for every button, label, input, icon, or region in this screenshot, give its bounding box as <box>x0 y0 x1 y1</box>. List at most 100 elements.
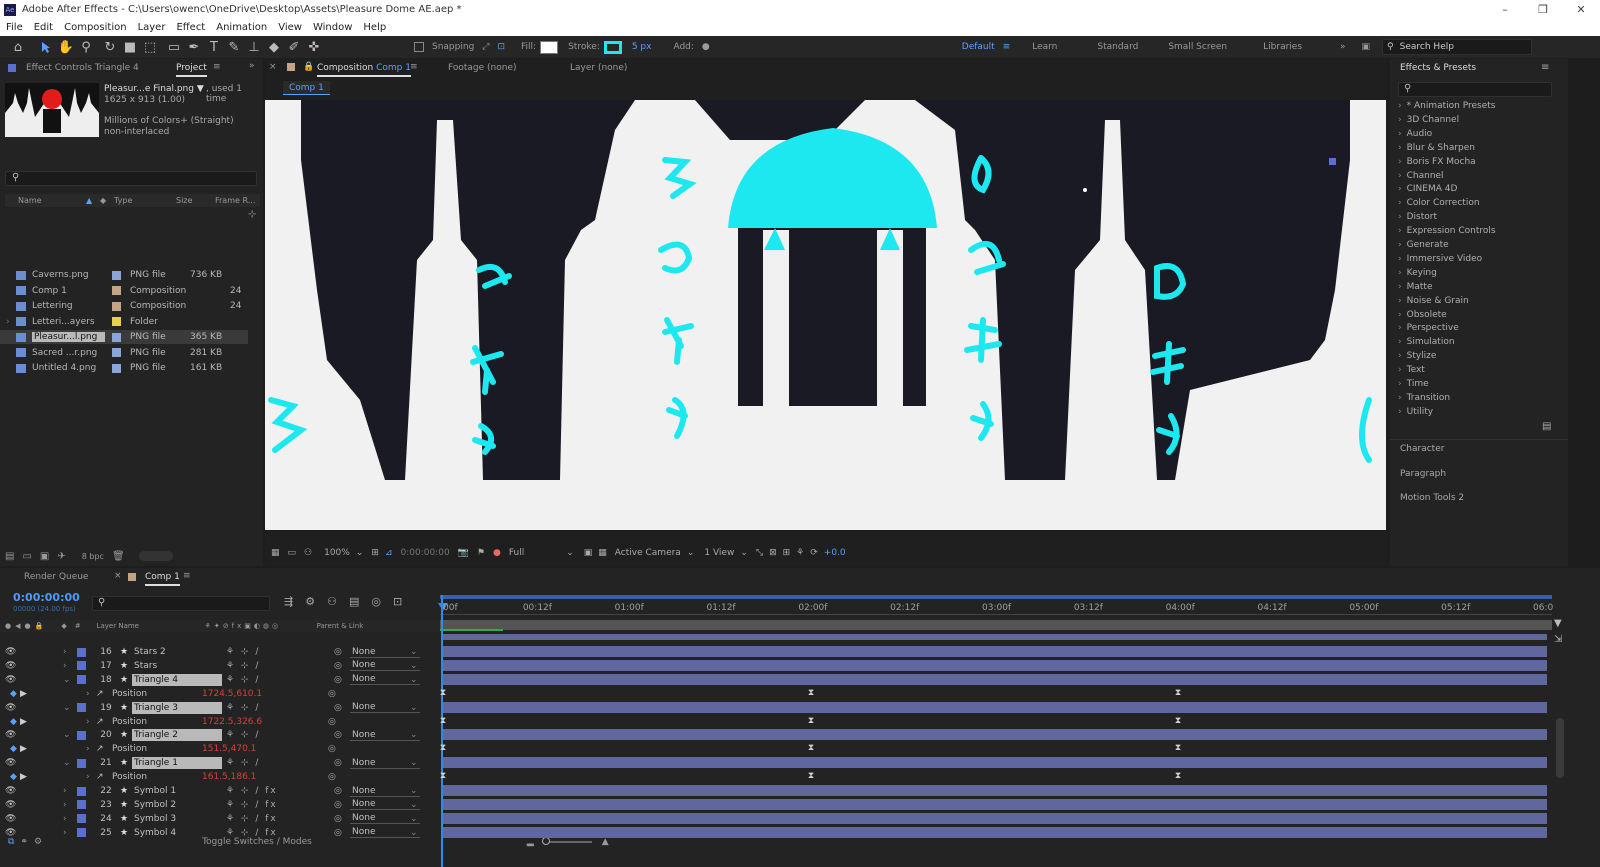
label-color-swatch[interactable] <box>112 270 121 280</box>
show-snapshot-icon[interactable]: ⚑ <box>477 548 485 558</box>
pickwhip-icon[interactable]: ◎ <box>334 703 348 713</box>
eraser-tool-icon[interactable]: ◆ <box>264 38 284 56</box>
effects-presets-title[interactable]: Effects & Presets <box>1400 63 1476 73</box>
pickwhip-icon[interactable]: ◎ <box>334 730 348 740</box>
effects-category[interactable]: Perspective <box>1398 323 1459 333</box>
effects-category[interactable]: Boris FX Mocha <box>1398 157 1476 167</box>
dropdown-arrow-icon[interactable]: ⌄ <box>410 703 418 713</box>
character-panel[interactable]: Character <box>1400 444 1444 454</box>
maximize-icon[interactable]: ❐ <box>1524 0 1562 19</box>
pickwhip-icon[interactable]: ◎ <box>334 800 348 810</box>
expand-arrow-icon[interactable]: › <box>63 786 73 796</box>
col-type[interactable]: Type <box>114 196 176 205</box>
project-item[interactable]: Pleasur...l.png PNG file 365 KB <box>0 330 248 344</box>
property-row[interactable]: ◆ ▶ › ↗ Position 1724.5,610.1 ◎ <box>0 687 440 701</box>
timeline-search-input[interactable]: ⚲ <box>92 596 270 611</box>
menu-window[interactable]: Window <box>313 22 352 33</box>
layer-switches[interactable]: ⚘ ⊹ ∕ fx <box>226 828 334 838</box>
work-area-bar[interactable] <box>440 595 1552 599</box>
interpret-footage-icon[interactable]: ▤ <box>5 551 14 562</box>
keyframe-icon[interactable]: ⧗ <box>1174 688 1182 698</box>
position-value[interactable]: 1724.5,610.1 <box>202 689 328 699</box>
menu-view[interactable]: View <box>278 22 302 33</box>
color-channels-icon[interactable]: ● <box>493 548 501 558</box>
effects-category[interactable]: Distort <box>1398 212 1437 222</box>
type-tool-icon[interactable]: T <box>204 38 224 56</box>
timeline-layer-row[interactable]: 👁 › 17 ★ Stars ⚘ ⊹ ∕ ◎ None ⌄ <box>0 659 440 673</box>
frame-blending-icon[interactable]: ▤ <box>349 595 359 608</box>
menu-edit[interactable]: Edit <box>34 22 53 33</box>
pickwhip-icon[interactable]: ◎ <box>334 675 348 685</box>
expand-arrow-icon[interactable]: › <box>63 800 73 810</box>
keyframe-icon[interactable]: ⧗ <box>1174 743 1182 753</box>
menu-help[interactable]: Help <box>363 22 386 33</box>
label-color-swatch[interactable] <box>112 348 121 357</box>
project-item[interactable]: Untitled 4.png PNG file 161 KB <box>0 361 248 375</box>
eye-icon[interactable]: 👁 <box>5 800 17 810</box>
keyframe-icon[interactable]: ⧗ <box>807 771 815 781</box>
label-color-swatch[interactable] <box>112 301 121 311</box>
layer-name[interactable]: Symbol 1 <box>132 785 222 797</box>
effects-category[interactable]: Expression Controls <box>1398 226 1496 236</box>
label-column-icon[interactable]: ◆ <box>61 622 66 630</box>
new-folder-icon[interactable]: ▭ <box>22 551 31 562</box>
trash-icon[interactable]: 🗑 <box>112 551 125 562</box>
camera-view-value[interactable]: Active Camera <box>615 548 681 558</box>
keyframe-nav-icon[interactable]: ◆ <box>10 744 20 754</box>
roto-brush-tool-icon[interactable]: ✐ <box>284 38 304 56</box>
shy-layers-icon[interactable]: ⚇ <box>327 595 337 608</box>
layer-switches[interactable]: ⚘ ⊹ ∕ <box>226 703 334 713</box>
timeline-layer-row[interactable]: 👁 › 23 ★ Symbol 2 ⚘ ⊹ ∕ fx ◎ None ⌄ <box>0 798 440 812</box>
motion-tools-panel[interactable]: Motion Tools 2 <box>1400 493 1464 503</box>
camera-tool-icon[interactable]: ■ <box>120 38 140 56</box>
keyframe-icon[interactable]: ⧗ <box>807 716 815 726</box>
layer-name[interactable]: Triangle 4 <box>132 673 222 686</box>
minimize-icon[interactable]: – <box>1486 0 1524 19</box>
effects-category[interactable]: Channel <box>1398 171 1444 181</box>
comp-button-icon[interactable]: ⇲ <box>1554 634 1562 645</box>
exposure-value[interactable]: +0.0 <box>824 548 846 558</box>
timeline-layer-row[interactable]: 👁 › 25 ★ Symbol 4 ⚘ ⊹ ∕ fx ◎ None ⌄ <box>0 826 440 840</box>
next-keyframe-icon[interactable]: ▶ <box>20 689 30 699</box>
timeline-layer-row[interactable]: 👁 › 16 ★ Stars 2 ⚘ ⊹ ∕ ◎ None ⌄ <box>0 645 440 659</box>
toggle-pixel-aspect-icon[interactable]: ⤡ <box>756 548 763 558</box>
brush-tool-icon[interactable]: ✎ <box>224 38 244 56</box>
layer-duration-bar[interactable] <box>443 812 1547 824</box>
new-preset-icon[interactable]: ▤ <box>1542 421 1551 432</box>
paragraph-panel[interactable]: Paragraph <box>1400 469 1446 479</box>
label-color-swatch[interactable] <box>77 800 86 810</box>
tab-composition[interactable]: Composition Comp 1 <box>317 63 411 77</box>
eye-icon[interactable]: 👁 <box>5 703 17 713</box>
expand-arrow-icon[interactable]: › <box>63 828 73 838</box>
keyframe-icon[interactable]: ⧗ <box>439 716 447 726</box>
thumbnail-slider[interactable] <box>138 551 173 561</box>
magnification-dropdown-icon[interactable]: ⌄ <box>356 548 364 558</box>
property-row[interactable]: ◆ ▶ › ↗ Position 161.5,186.1 ◎ <box>0 770 440 784</box>
effects-category[interactable]: Text <box>1398 365 1425 375</box>
tab-project[interactable]: Project <box>176 63 207 77</box>
label-color-swatch[interactable] <box>77 730 86 740</box>
keyframe-icon[interactable]: ⧗ <box>1174 771 1182 781</box>
col-layer-name[interactable]: Layer Name <box>97 622 205 630</box>
effects-category[interactable]: Matte <box>1398 282 1433 292</box>
effects-category[interactable]: Stylize <box>1398 351 1437 361</box>
lock-icon[interactable]: 🔒 <box>303 62 314 72</box>
property-row[interactable]: ◆ ▶ › ↗ Position 151.5,470.1 ◎ <box>0 742 440 756</box>
dropdown-arrow-icon[interactable]: ⌄ <box>410 675 418 685</box>
keyframe-icon[interactable]: ⧗ <box>439 743 447 753</box>
dropdown-arrow-icon[interactable]: ⌄ <box>410 758 418 768</box>
new-composition-icon[interactable]: ▣ <box>40 551 49 562</box>
rectangle-tool-icon[interactable]: ▭ <box>164 38 184 56</box>
zoom-in-icon[interactable]: ▲ <box>602 837 609 847</box>
col-parent-link[interactable]: Parent & Link <box>317 622 364 630</box>
label-color-swatch[interactable] <box>77 786 86 796</box>
layer-name[interactable]: Symbol 3 <box>132 813 222 825</box>
eye-icon[interactable]: 👁 <box>5 758 17 768</box>
timeline-icon[interactable]: ⊞ <box>783 548 791 558</box>
lock-column-icon[interactable]: 🔒 <box>35 622 44 630</box>
layer-switches[interactable]: ⚘ ⊹ ∕ <box>226 675 334 685</box>
col-name[interactable]: Name <box>18 196 86 205</box>
menu-animation[interactable]: Animation <box>216 22 267 33</box>
panel-layout-icon[interactable]: ▣ <box>1362 42 1371 52</box>
label-color-swatch[interactable] <box>112 332 121 342</box>
